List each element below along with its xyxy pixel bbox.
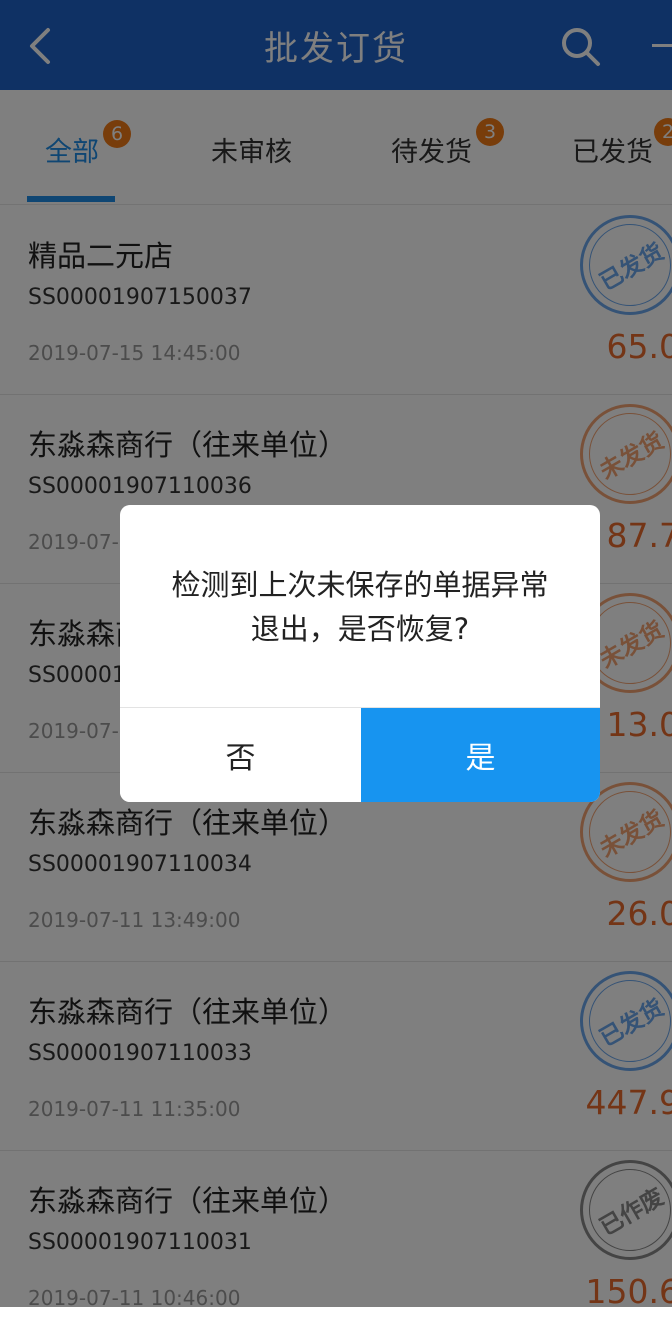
- dialog-message: 检测到上次未保存的单据异常 退出，是否恢复?: [140, 563, 580, 651]
- no-button[interactable]: 否: [120, 708, 361, 802]
- dialog-message-line2: 退出，是否恢复?: [250, 612, 470, 646]
- restore-dialog: 检测到上次未保存的单据异常 退出，是否恢复? 否 是: [120, 505, 600, 802]
- dialog-message-line1: 检测到上次未保存的单据异常: [171, 568, 549, 602]
- yes-button[interactable]: 是: [361, 708, 600, 802]
